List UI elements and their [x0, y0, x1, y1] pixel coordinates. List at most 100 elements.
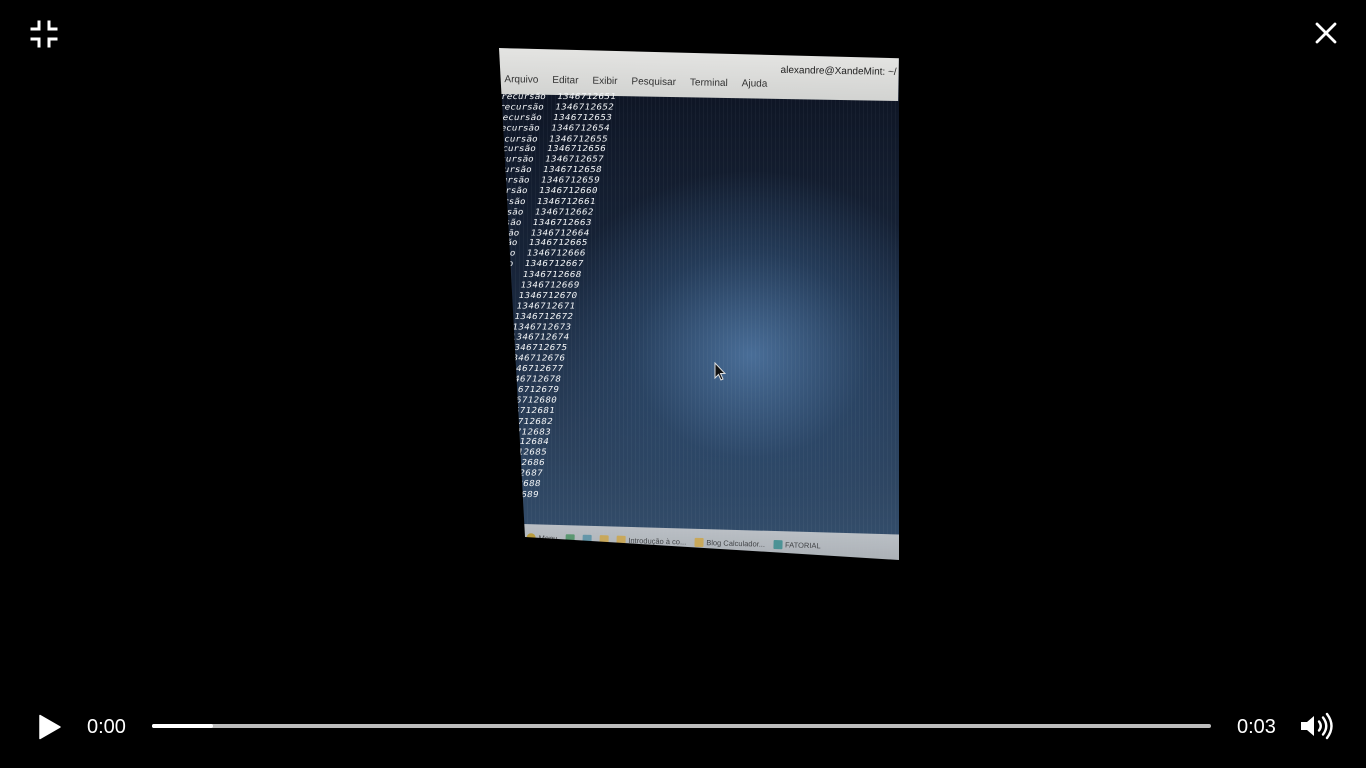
- terminal-line-number: 1346712664: [529, 228, 591, 238]
- terminal-line-number: 1346712684: [499, 437, 550, 447]
- terminal-line-prefix: recursão: [499, 269, 513, 280]
- terminal-menu-item: Editar: [552, 74, 579, 87]
- terminal-line: recursão 1346712683: [499, 427, 557, 437]
- terminal-line: recursão 1346712685: [499, 448, 553, 458]
- terminal-line-prefix: recursão: [499, 259, 515, 270]
- terminal-line: recursão 1346712681: [499, 406, 561, 416]
- exit-fullscreen-button[interactable]: [28, 18, 60, 50]
- terminal-line-number: 1346712658: [541, 165, 603, 175]
- terminal-line-number: 1346712672: [513, 311, 575, 322]
- terminal-line-prefix: recursão: [499, 186, 529, 196]
- terminal-line-prefix: recursão: [499, 196, 527, 207]
- terminal-menu-item: Ajuda: [741, 78, 768, 90]
- terminal-line-prefix: recursão: [499, 375, 503, 385]
- terminal-line: recursão 1346712676: [499, 354, 571, 364]
- terminal-line: recursão 1346712661: [499, 197, 602, 207]
- terminal-line-number: 1346712685: [499, 447, 548, 458]
- terminal-line-number: 1346712661: [535, 196, 597, 207]
- terminal-line: recursão 1346712658: [499, 165, 608, 175]
- window-icon: [772, 539, 783, 549]
- terminal-line-number: 1346712654: [550, 123, 611, 134]
- terminal-line: recursão 1346712651: [500, 92, 622, 102]
- terminal-line: recursão 1346712656: [499, 144, 612, 154]
- volume-button[interactable]: [1298, 710, 1336, 742]
- terminal-line-prefix: recursão: [499, 144, 537, 154]
- terminal-line-prefix: recursão: [499, 112, 554, 123]
- terminal-line: recursão 1346712679: [499, 385, 565, 395]
- taskbar-window-item: FATORIAL: [772, 539, 821, 550]
- terminal-line-prefix: recursão: [499, 364, 505, 374]
- terminal-line: recursão 1346712670: [499, 291, 583, 301]
- current-time: 0:00: [87, 716, 126, 738]
- folder-icon: [582, 534, 592, 544]
- video-controls: 0:00 0:03: [0, 700, 1366, 756]
- terminal-line-number: 1346712674: [509, 332, 571, 343]
- terminal-line: recursão 1346712684: [499, 437, 555, 447]
- seek-bar[interactable]: [152, 724, 1211, 728]
- terminal-line: recursão 1346712659: [499, 176, 606, 186]
- terminal-line-number: 1346712653: [552, 112, 613, 123]
- mouse-pointer-icon: [714, 362, 726, 381]
- taskbar-window-label: FATORIAL: [784, 539, 821, 550]
- terminal-line: recursão 1346712654: [499, 123, 616, 133]
- play-button[interactable]: [36, 712, 64, 742]
- terminal-line: recursão 1346712673: [499, 322, 577, 332]
- terminal-line-prefix: recursão: [499, 217, 523, 228]
- terminal-line: recursão 1346712689: [499, 490, 545, 500]
- app-icon: [599, 534, 609, 544]
- taskbar-window-item: Introdução à co...: [616, 535, 686, 546]
- terminal-line-number: 1346712655: [547, 133, 609, 144]
- desktop-icon: [565, 533, 575, 543]
- terminal-menus: Arquivo Editar Exibir Pesquisar Terminal Ajud…: [504, 74, 767, 90]
- terminal-line-prefix: recursão: [499, 385, 501, 395]
- terminal-line-number: 1346712670: [517, 290, 579, 301]
- terminal-line: recursão 1346712682: [499, 416, 559, 426]
- terminal-menu-item: Pesquisar: [631, 76, 677, 89]
- menu-icon: [526, 532, 536, 542]
- terminal-line-prefix: recursão: [499, 133, 539, 144]
- terminal-line-number: 1346712688: [499, 479, 542, 489]
- terminal-line-number: 1346712660: [537, 186, 599, 196]
- terminal-line: recursão 1346712686: [499, 458, 551, 468]
- close-icon: [1315, 22, 1337, 44]
- video-frame[interactable]: alexandre@XandeMint: ~/ Arquivo Editar Exi…: [499, 48, 899, 560]
- video-viewer: alexandre@XandeMint: ~/ Arquivo Editar Exi…: [0, 0, 1366, 768]
- total-duration: 0:03: [1237, 716, 1276, 738]
- terminal-line-prefix: recursão: [499, 238, 519, 249]
- terminal-line: recursão 1346712668: [499, 270, 587, 280]
- terminal-menu-item: Arquivo: [504, 74, 539, 86]
- terminal-line-number: 1346712657: [543, 154, 605, 165]
- terminal-line: recursão 1346712655: [499, 134, 614, 144]
- terminal-line-number: 1346712682: [499, 416, 554, 427]
- terminal-line: recursão 1346712652: [499, 102, 620, 112]
- terminal-line-number: 1346712662: [533, 207, 595, 217]
- terminal-line-prefix: recursão: [499, 123, 552, 134]
- close-button[interactable]: [1310, 17, 1342, 49]
- terminal-line: recursão 1346712669: [499, 280, 585, 290]
- terminal-line-number: 1346712678: [501, 374, 563, 385]
- terminal-menu-item: Exibir: [592, 75, 618, 88]
- taskbar-window-label: Introdução à co...: [628, 535, 687, 547]
- terminal-line: recursão 1346712671: [499, 301, 581, 311]
- terminal-line-prefix: recursão: [499, 248, 517, 259]
- terminal-line-number: 1346712676: [505, 353, 567, 364]
- terminal-line-number: 1346712671: [515, 301, 577, 311]
- taskbar-menu: Menu: [526, 532, 558, 542]
- terminal-line-number: 1346712668: [521, 269, 583, 280]
- terminal-title: alexandre@XandeMint: ~/: [780, 64, 897, 78]
- terminal-line-number: 1346712686: [499, 458, 546, 468]
- terminal-line-number: 1346712663: [531, 217, 593, 228]
- terminal-line-number: 1346712673: [511, 322, 573, 332]
- terminal-line: recursão 1346712680: [499, 395, 563, 405]
- terminal-line: recursão 1346712675: [499, 343, 573, 353]
- terminal-line-prefix: recursão: [499, 322, 503, 332]
- terminal-line-prefix: recursão: [499, 175, 531, 186]
- terminal-line: recursão 1346712666: [499, 249, 591, 259]
- terminal-cursor: [499, 500, 543, 510]
- terminal-line: recursão 1346712678: [499, 375, 567, 385]
- terminal-line: recursão 1346712672: [499, 312, 579, 322]
- terminal-line-number: 1346712675: [507, 343, 569, 353]
- terminal-line-number: 1346712681: [499, 405, 556, 416]
- terminal-line-prefix: recursão: [499, 207, 525, 217]
- terminal-line-prefix: recursão: [500, 92, 558, 102]
